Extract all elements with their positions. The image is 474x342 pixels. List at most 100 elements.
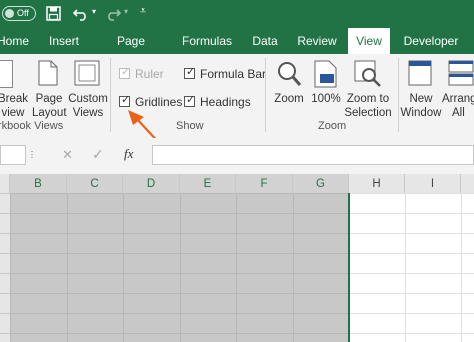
zoom-100-button[interactable]: 100% [308, 92, 344, 106]
arrange-all-line2: All [452, 107, 465, 119]
worksheet-grid[interactable]: B C D E F G H I [0, 174, 474, 342]
column-header-i[interactable]: I [405, 174, 461, 194]
title-bar: Off ▾ ▾ ⩡ [0, 0, 474, 28]
zoom-to-selection-button[interactable]: Zoom to Selection [342, 92, 394, 120]
tab-insert[interactable]: Insert [46, 28, 82, 54]
row-gridline [350, 233, 474, 234]
insert-function-icon[interactable]: fx [124, 146, 133, 162]
cancel-icon[interactable]: ✕ [62, 147, 73, 163]
row-header-divider [0, 273, 10, 274]
headings-checkbox[interactable]: ✓ [184, 94, 196, 107]
page-layout-line1: Page [35, 93, 63, 105]
redo-icon[interactable] [105, 6, 121, 21]
tab-review[interactable]: Review [296, 28, 338, 54]
row-header-divider [0, 253, 10, 254]
row-gridline [10, 233, 348, 234]
arrange-all-button[interactable]: Arrang All [442, 92, 474, 120]
page-layout-button[interactable]: Page Layout [32, 92, 67, 120]
column-header-e[interactable]: E [180, 174, 236, 194]
autosave-toggle[interactable]: Off [2, 6, 36, 21]
row-gridline [10, 313, 348, 314]
row-gridline [350, 313, 474, 314]
row-header-divider [0, 293, 10, 294]
zoom-button[interactable]: Zoom [270, 92, 308, 106]
checkmark-icon: ✓ [186, 66, 196, 78]
select-all-corner[interactable] [0, 174, 10, 194]
formula-buttons: ✕ ✓ fx [46, 145, 150, 165]
row-header-divider [0, 193, 10, 194]
ruler-checkbox: ✓ [119, 66, 130, 79]
undo-dropdown-icon[interactable]: ▾ [92, 7, 96, 16]
column-header-f[interactable]: F [236, 174, 293, 194]
page-break-preview-icon [0, 60, 13, 88]
column-header-c[interactable]: C [67, 174, 123, 194]
row-gridline [10, 193, 348, 194]
gridlines-checkbox[interactable]: ✓ [119, 94, 131, 107]
page-break-line1: Break [0, 93, 29, 105]
row-gridline [350, 293, 474, 294]
formula-bar-label: Formula Bar [200, 67, 267, 81]
zoom-100-icon [314, 60, 337, 88]
new-window-button[interactable]: New Window [400, 92, 442, 120]
headings-label: Headings [200, 95, 251, 109]
enter-icon[interactable]: ✓ [92, 146, 104, 163]
row-gridline [10, 293, 348, 294]
save-icon[interactable] [46, 6, 61, 21]
column-gridline [236, 193, 237, 342]
custom-views-line2: Views [72, 107, 104, 119]
column-header-b[interactable]: B [10, 174, 67, 194]
zoom-group-label: Zoom [318, 120, 347, 132]
name-box-dropdown-icon[interactable]: ⋮ [28, 150, 36, 159]
column-header-g[interactable]: G [293, 174, 349, 194]
custom-views-line1: Custom [68, 93, 108, 105]
row-gridline [10, 253, 348, 254]
page-layout-icon [38, 60, 58, 86]
zoom-to-selection-line2: Selection [344, 107, 392, 119]
tab-developer[interactable]: Developer [402, 28, 460, 54]
tab-view[interactable]: View [348, 28, 390, 54]
column-divider [405, 193, 406, 342]
row-header-divider [0, 313, 10, 314]
row-header-divider [0, 233, 10, 234]
zoom-line1: Zoom [274, 93, 304, 105]
tab-home[interactable]: Home [0, 28, 30, 54]
column-gridline [123, 193, 124, 342]
autosave-label: Off [17, 8, 29, 18]
tab-formulas[interactable]: Formulas [180, 28, 234, 54]
column-gridline [180, 193, 181, 342]
formula-input[interactable] [152, 145, 474, 165]
row-header-divider [0, 333, 10, 334]
unselected-area[interactable] [350, 193, 474, 342]
zoom-100-line1: 100% [311, 93, 341, 105]
formula-bar-checkbox[interactable]: ✓ [184, 66, 196, 79]
page-layout-line2: Layout [32, 107, 67, 119]
page-break-preview-button[interactable]: Break view [0, 92, 30, 120]
ruler-label: Ruler [135, 67, 164, 81]
checkmark-icon: ✓ [121, 94, 131, 106]
separator [398, 58, 399, 132]
zoom-to-selection-line1: Zoom to [346, 93, 390, 105]
column-divider [461, 193, 462, 342]
row-gridline [350, 333, 474, 334]
checkmark-icon: ✓ [186, 94, 196, 106]
row-gridline [350, 193, 474, 194]
customize-toolbar-icon[interactable]: ⩡ [140, 5, 146, 18]
row-gridline [350, 213, 474, 214]
column-header-h[interactable]: H [349, 174, 405, 194]
custom-views-icon [74, 60, 100, 86]
selection-border [348, 193, 350, 342]
ribbon-tabs: Home Insert Page Layout Formulas Data Re… [0, 28, 474, 74]
custom-views-button[interactable]: Custom Views [68, 92, 108, 120]
tab-page-layout[interactable]: Page Layout [98, 28, 164, 74]
undo-icon[interactable] [73, 6, 89, 21]
row-header-divider [0, 213, 10, 214]
redo-dropdown-icon[interactable]: ▾ [124, 7, 128, 16]
formula-bar: ⋮ ✕ ✓ fx [0, 138, 474, 174]
row-gridline [10, 273, 348, 274]
column-header-d[interactable]: D [123, 174, 180, 194]
column-gridline [67, 193, 68, 342]
name-box[interactable] [0, 145, 26, 165]
tab-data[interactable]: Data [250, 28, 280, 54]
row-gridline [10, 333, 348, 334]
gridlines-label: Gridlines [135, 95, 183, 109]
